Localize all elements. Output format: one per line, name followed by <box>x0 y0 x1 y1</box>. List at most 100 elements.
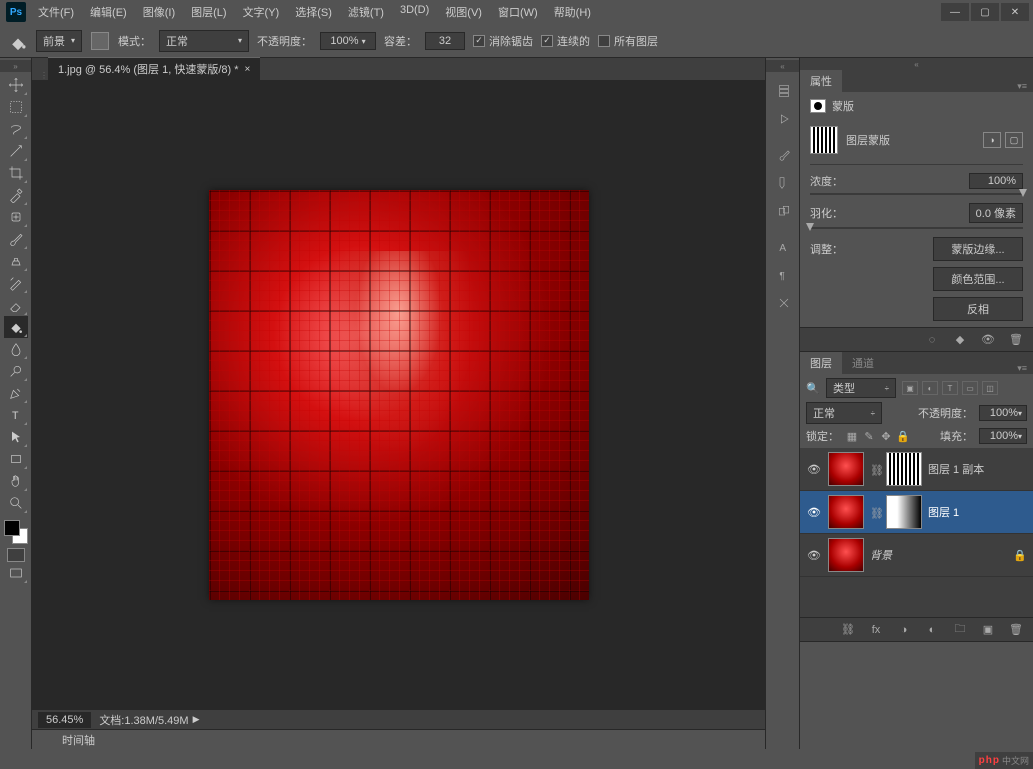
blur-tool[interactable] <box>4 338 28 360</box>
layer-mask-thumbnail[interactable] <box>886 495 922 529</box>
new-layer-icon[interactable]: ▣ <box>979 623 997 637</box>
canvas-viewport[interactable] <box>32 80 765 709</box>
clone-source-panel-icon[interactable] <box>770 197 798 225</box>
tolerance-input[interactable]: 32 <box>425 32 465 50</box>
character-panel-icon[interactable]: A <box>770 233 798 261</box>
delete-mask-icon[interactable]: 🗑 <box>1007 333 1025 347</box>
paragraph-panel-icon[interactable]: ¶ <box>770 261 798 289</box>
history-brush-tool[interactable] <box>4 272 28 294</box>
opacity-input[interactable]: 100% ▾ <box>320 32 376 50</box>
mask-edge-button[interactable]: 蒙版边缘... <box>933 237 1023 261</box>
panel-menu-icon[interactable]: ▾≡ <box>1011 363 1033 374</box>
contiguous-checkbox[interactable]: ✓ 连续的 <box>541 33 590 49</box>
antialias-checkbox[interactable]: ✓ 消除锯齿 <box>473 33 533 49</box>
layer-thumbnail[interactable] <box>828 452 864 486</box>
menu-window[interactable]: 窗口(W) <box>492 1 544 23</box>
zoom-level-input[interactable]: 56.45% <box>38 712 91 728</box>
move-tool[interactable] <box>4 74 28 96</box>
new-group-icon[interactable]: 🗀 <box>951 623 969 637</box>
foreground-color[interactable] <box>4 520 20 536</box>
layer-style-icon[interactable]: fx <box>867 623 885 637</box>
delete-layer-icon[interactable]: 🗑 <box>1007 623 1025 637</box>
layer-row[interactable]: 👁 背景 🔒 <box>800 534 1033 577</box>
filter-shape-icon[interactable]: ▭ <box>962 381 978 395</box>
color-swatch[interactable] <box>4 520 28 544</box>
mask-link-icon[interactable]: ⛓ <box>870 507 880 517</box>
layer-name[interactable]: 图层 1 副本 <box>928 461 984 477</box>
maximize-button[interactable]: ▢ <box>971 3 999 21</box>
tool-presets-panel-icon[interactable] <box>770 289 798 317</box>
hand-tool[interactable] <box>4 470 28 492</box>
menu-3d[interactable]: 3D(D) <box>394 1 435 23</box>
marquee-tool[interactable] <box>4 96 28 118</box>
layer-fill-input[interactable]: 100%▾ <box>979 428 1027 444</box>
menu-filter[interactable]: 滤镜(T) <box>342 1 390 23</box>
rectangle-tool[interactable] <box>4 448 28 470</box>
visibility-toggle-icon[interactable]: 👁 <box>806 547 822 563</box>
menu-view[interactable]: 视图(V) <box>439 1 488 23</box>
visibility-toggle-icon[interactable]: 👁 <box>806 461 822 477</box>
visibility-toggle-icon[interactable]: 👁 <box>806 504 822 520</box>
eraser-tool[interactable] <box>4 294 28 316</box>
menu-type[interactable]: 文字(Y) <box>237 1 286 23</box>
pixel-mask-button[interactable]: ◑ <box>983 132 1001 148</box>
healing-brush-tool[interactable] <box>4 206 28 228</box>
menu-layer[interactable]: 图层(L) <box>185 1 232 23</box>
paint-bucket-tool-icon[interactable] <box>8 31 28 51</box>
density-slider[interactable] <box>810 193 1023 195</box>
color-range-button[interactable]: 颜色范围... <box>933 267 1023 291</box>
lock-transparency-icon[interactable]: ▦ <box>845 429 859 443</box>
menu-image[interactable]: 图像(I) <box>137 1 181 23</box>
blend-mode-dropdown[interactable]: 正常 ▾ <box>159 30 249 52</box>
history-panel-icon[interactable] <box>770 77 798 105</box>
mask-link-icon[interactable]: ⛓ <box>870 464 880 474</box>
close-tab-icon[interactable]: × <box>245 64 251 75</box>
link-layers-icon[interactable]: ⛓ <box>839 623 857 637</box>
quick-mask-toggle[interactable] <box>7 548 25 562</box>
panel-menu-icon[interactable]: ▾≡ <box>1011 81 1033 92</box>
lock-pixels-icon[interactable]: ✎ <box>862 429 876 443</box>
close-button[interactable]: ✕ <box>1001 3 1029 21</box>
paint-bucket-tool[interactable] <box>4 316 28 338</box>
layers-tab[interactable]: 图层 <box>800 352 842 374</box>
brush-presets-panel-icon[interactable] <box>770 169 798 197</box>
dodge-tool[interactable] <box>4 360 28 382</box>
load-selection-icon[interactable]: ◌ <box>923 333 941 347</box>
chevron-right-icon[interactable]: ▶ <box>193 714 200 725</box>
lock-position-icon[interactable]: ✥ <box>879 429 893 443</box>
filter-pixel-icon[interactable]: ▣ <box>902 381 918 395</box>
layer-name[interactable]: 背景 <box>870 547 892 563</box>
clone-stamp-tool[interactable] <box>4 250 28 272</box>
lock-all-icon[interactable]: 🔒 <box>896 429 910 443</box>
vector-mask-button[interactable]: ▢ <box>1005 132 1023 148</box>
panel-collapse[interactable]: « <box>800 58 1033 70</box>
filter-type-dropdown[interactable]: 类型÷ <box>826 378 896 398</box>
layer-row[interactable]: 👁 ⛓ 图层 1 副本 <box>800 448 1033 491</box>
all-layers-checkbox[interactable]: 所有图层 <box>598 33 658 49</box>
apply-mask-icon[interactable]: ◆ <box>951 333 969 347</box>
type-tool[interactable]: T <box>4 404 28 426</box>
brush-tool[interactable] <box>4 228 28 250</box>
lasso-tool[interactable] <box>4 118 28 140</box>
layer-opacity-input[interactable]: 100%▾ <box>979 405 1027 421</box>
pattern-picker[interactable] <box>90 31 110 51</box>
dock-collapse[interactable]: « <box>766 60 799 72</box>
timeline-panel[interactable]: 时间轴 <box>32 729 765 749</box>
menu-help[interactable]: 帮助(H) <box>548 1 597 23</box>
filter-type-icon[interactable]: T <box>942 381 958 395</box>
filter-adjustment-icon[interactable]: ◐ <box>922 381 938 395</box>
layer-thumbnail[interactable] <box>828 495 864 529</box>
feather-slider[interactable] <box>810 227 1023 229</box>
layer-thumbnail[interactable] <box>828 538 864 572</box>
document-tab[interactable]: 1.jpg @ 56.4% (图层 1, 快速蒙版/8) * × <box>48 57 260 80</box>
filter-search-icon[interactable]: 🔍 <box>806 381 820 395</box>
minimize-button[interactable]: — <box>941 3 969 21</box>
screen-mode-button[interactable] <box>4 562 28 584</box>
new-adjustment-icon[interactable]: ◐ <box>923 623 941 637</box>
toolbox-collapse[interactable]: » <box>0 60 31 72</box>
disable-mask-icon[interactable]: 👁 <box>979 333 997 347</box>
feather-input[interactable]: 0.0 像素 <box>969 203 1023 223</box>
actions-panel-icon[interactable] <box>770 105 798 133</box>
add-mask-icon[interactable]: ◑ <box>895 623 913 637</box>
layer-row[interactable]: 👁 ⛓ 图层 1 <box>800 491 1033 534</box>
